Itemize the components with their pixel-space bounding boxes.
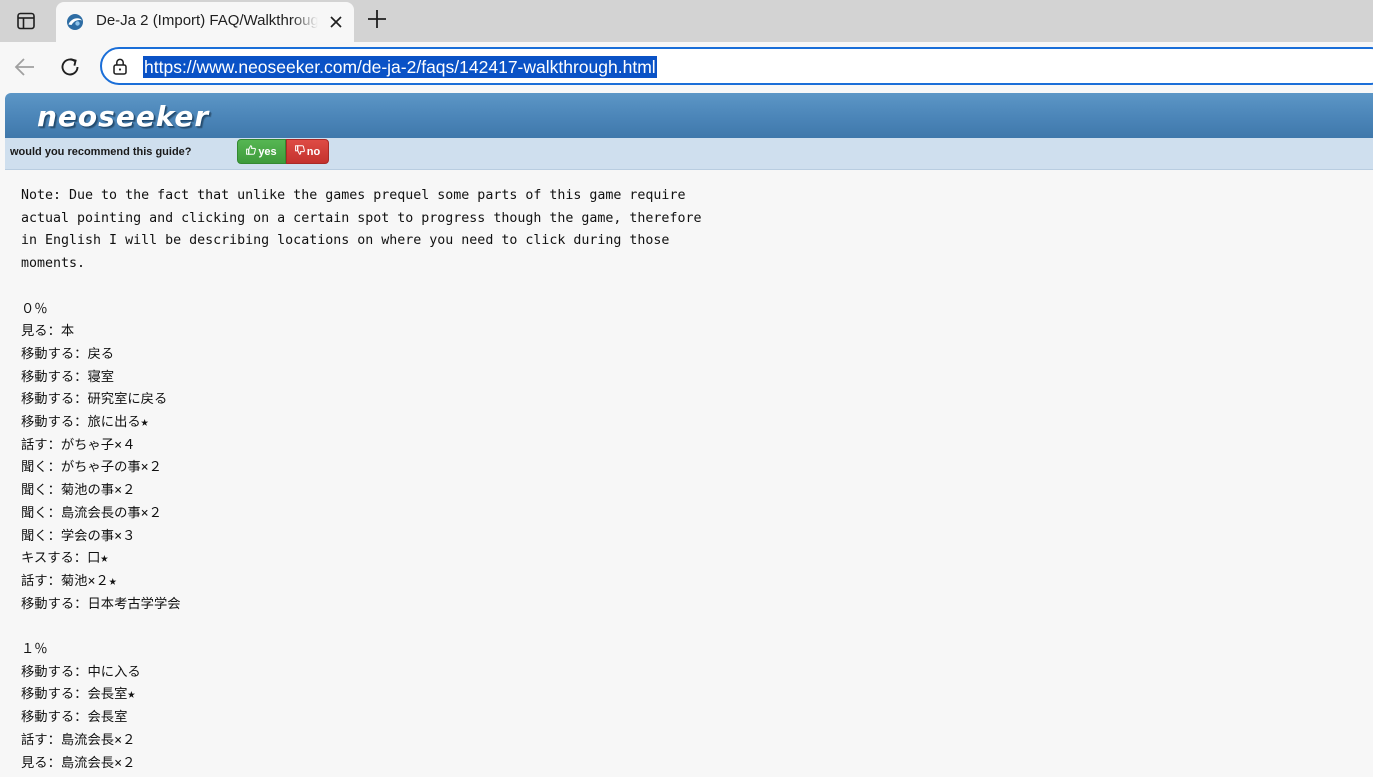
guide-line: 移動する：研究室に戻る	[21, 392, 168, 408]
guide-line: 移動する：日本考古学学会	[21, 596, 181, 612]
tab-title: De-Ja 2 (Import) FAQ/Walkthrough	[96, 12, 318, 29]
recommend-no-button[interactable]: no	[286, 139, 329, 164]
recommend-bar: would you recommend this guide? yes no	[5, 138, 1373, 170]
tab-actions-icon[interactable]	[8, 4, 44, 38]
guide-line: １％	[21, 642, 48, 658]
recommend-yes-label: yes	[258, 145, 277, 158]
recommend-question: would you recommend this guide?	[10, 146, 192, 158]
guide-line: 聞く：がちゃ子の事×２	[21, 460, 162, 476]
reload-icon[interactable]	[57, 54, 83, 80]
guide-line: 話す：菊池×２★	[21, 573, 117, 589]
guide-line: actual pointing and clicking on a certai…	[21, 210, 702, 226]
guide-line: 移動する：旅に出る★	[21, 415, 149, 431]
guide-line: Note: Due to the fact that unlike the ga…	[21, 188, 686, 203]
thumbs-up-icon	[246, 145, 257, 158]
guide-line: 移動する：中に入る	[21, 664, 141, 680]
guide-line: 聞く：学会の事×３	[21, 528, 136, 544]
site-header: neoseeker	[5, 93, 1373, 138]
recommend-no-label: no	[306, 145, 321, 158]
guide-line: in English I will be describing location…	[21, 233, 670, 249]
thumbs-down-icon	[294, 145, 305, 158]
browser-toolbar: https://www.neoseeker.com/de-ja-2/faqs/1…	[0, 42, 1373, 92]
guide-text: Note: Due to the fact that unlike the ga…	[21, 185, 1351, 775]
guide-line: 聞く：菊池の事×２	[21, 483, 136, 499]
guide-line: 移動する：会長室	[21, 710, 128, 726]
neoseeker-favicon	[65, 12, 85, 32]
address-bar[interactable]: https://www.neoseeker.com/de-ja-2/faqs/1…	[100, 47, 1373, 85]
browser-tab[interactable]: De-Ja 2 (Import) FAQ/Walkthrough	[56, 2, 354, 42]
web-page: neoseeker would you recommend this guide…	[5, 93, 1373, 777]
guide-line: 聞く：島流会長の事×２	[21, 505, 162, 521]
guide-line: 話す：がちゃ子×４	[21, 437, 136, 453]
guide-line: 話す：島流会長×２	[21, 732, 136, 748]
guide-line: 見る：本	[21, 324, 75, 340]
back-arrow-icon[interactable]	[12, 54, 38, 80]
guide-line: キスする：口★	[21, 551, 109, 567]
recommend-yes-button[interactable]: yes	[237, 139, 286, 164]
guide-line: ０％	[21, 301, 48, 317]
guide-line: 移動する：寝室	[21, 369, 115, 385]
lock-icon[interactable]	[111, 57, 129, 75]
guide-line: 移動する：会長室★	[21, 687, 136, 703]
plus-icon[interactable]	[364, 6, 390, 32]
guide-line: moments.	[21, 256, 86, 272]
guide-line: 移動する：戻る	[21, 346, 115, 362]
tab-strip: De-Ja 2 (Import) FAQ/Walkthrough	[0, 0, 1373, 42]
url-text[interactable]: https://www.neoseeker.com/de-ja-2/faqs/1…	[143, 56, 657, 78]
neoseeker-logo[interactable]: neoseeker	[37, 100, 209, 133]
guide-line: 見る：島流会長×２	[21, 755, 136, 771]
close-icon[interactable]	[326, 12, 346, 32]
